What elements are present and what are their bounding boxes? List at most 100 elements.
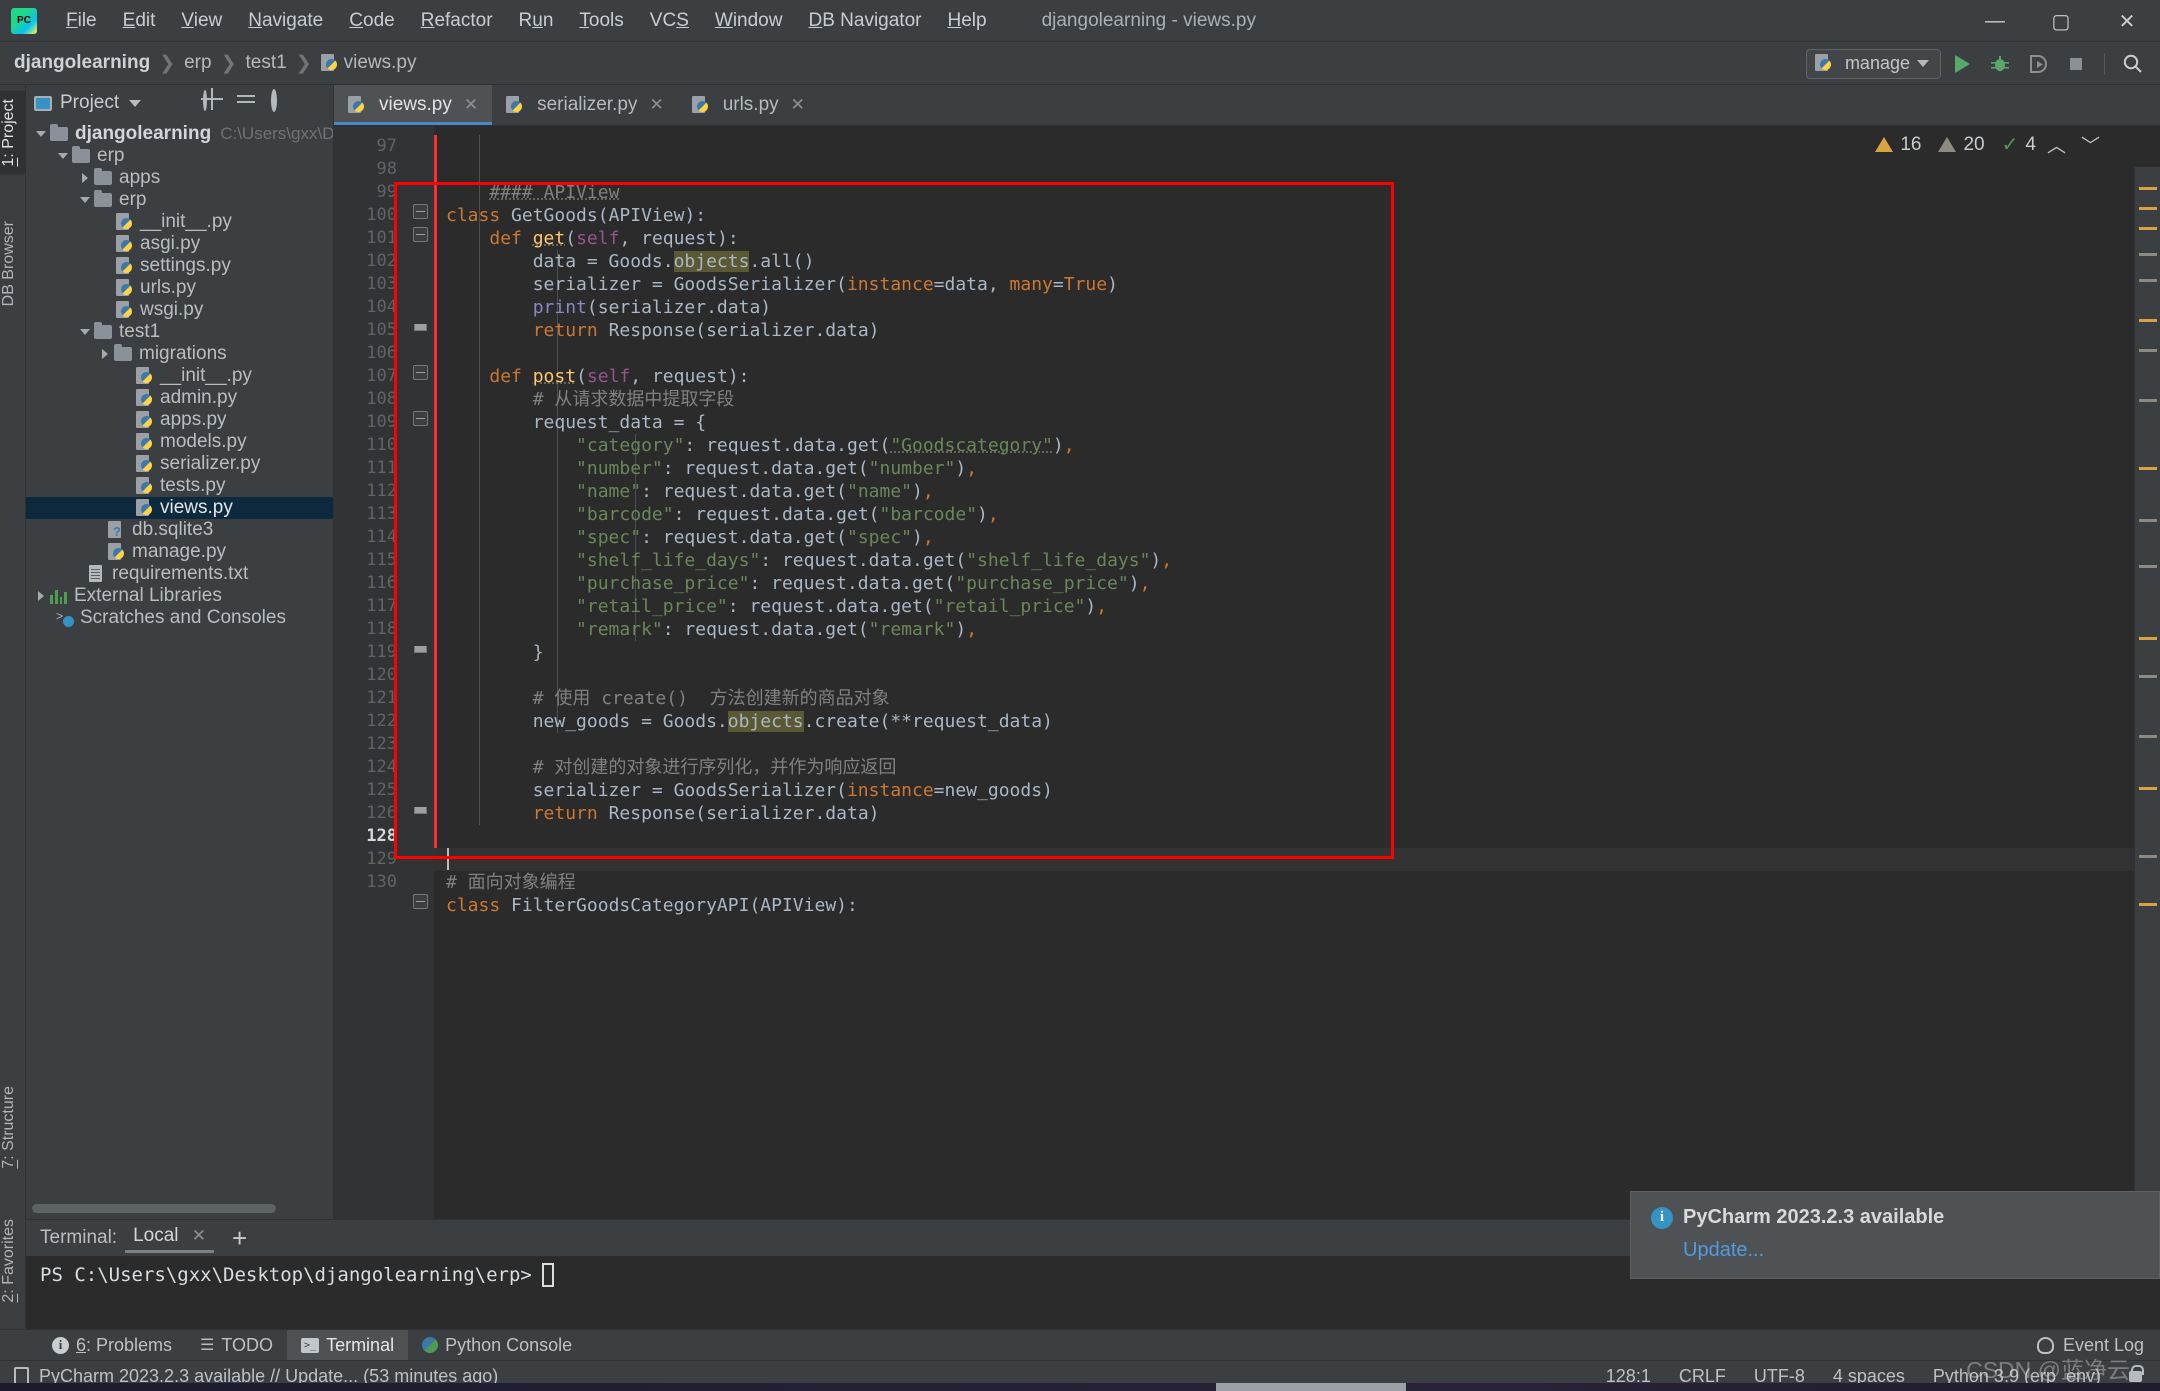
project-panel-horizontal-scrollbar[interactable] [32, 1204, 322, 1213]
marker-warning[interactable] [2139, 207, 2157, 210]
scroll-from-source-button[interactable] [203, 92, 225, 114]
marker-weak-warning[interactable] [2139, 349, 2157, 352]
menu-code[interactable]: Code [336, 6, 407, 36]
close-icon[interactable]: ✕ [192, 1226, 206, 1245]
fold-marker-post-end[interactable] [413, 802, 428, 817]
tree-node-requirements-txt[interactable]: requirements.txt [26, 563, 333, 585]
tool-window-problems[interactable]: i 6: Problems [38, 1330, 186, 1361]
chevron-right-icon[interactable] [34, 589, 48, 603]
tree-node-init-py[interactable]: __init__.py [26, 211, 333, 233]
chevron-right-icon[interactable] [78, 171, 92, 185]
code-editor[interactable]: 97 98 99 100 101 102 103 104 105 106 107… [334, 126, 2160, 1219]
chevron-down-icon[interactable] [34, 127, 48, 141]
marker-warning[interactable] [2139, 319, 2157, 322]
tree-node-tests-py[interactable]: tests.py [26, 475, 333, 497]
fold-marker-dict[interactable] [413, 411, 428, 426]
menu-vcs[interactable]: VCS [637, 6, 702, 36]
marker-weak-warning[interactable] [2139, 253, 2157, 256]
tree-node-djangolearning[interactable]: djangolearning C:\Users\gxx\Desktop\dja [26, 123, 333, 145]
code-folding-gutter[interactable] [406, 126, 434, 1219]
marker-warning[interactable] [2139, 903, 2157, 906]
menu-navigate[interactable]: Navigate [235, 6, 336, 36]
sidebar-item-project[interactable]: 1: Project [0, 91, 26, 175]
breadcrumb-item-project[interactable]: djangolearning [14, 52, 150, 74]
inspection-widget[interactable]: 16 20 ✓ 4 ︿ ﹀ [1875, 131, 2104, 158]
maximize-button[interactable]: ▢ [2028, 0, 2094, 42]
fold-marker-def-get[interactable] [413, 227, 428, 242]
tree-node-admin-py[interactable]: admin.py [26, 387, 333, 409]
tree-node-models-py[interactable]: models.py [26, 431, 333, 453]
menu-help[interactable]: Help [934, 6, 999, 36]
tab-views-py[interactable]: views.py ✕ [334, 85, 492, 125]
chevron-down-icon[interactable] [129, 100, 141, 107]
chevron-down-icon[interactable] [78, 193, 92, 207]
fold-marker-class[interactable] [413, 204, 428, 219]
marker-warning[interactable] [2139, 187, 2157, 190]
marker-warning[interactable] [2139, 467, 2157, 470]
close-icon[interactable]: ✕ [464, 95, 478, 115]
chevron-down-icon[interactable] [56, 149, 70, 163]
tree-node-db-sqlite3[interactable]: db.sqlite3 [26, 519, 333, 541]
menu-edit[interactable]: Edit [110, 6, 169, 36]
breadcrumb-item-test1[interactable]: test1 [246, 52, 287, 74]
menu-refactor[interactable]: Refactor [408, 6, 506, 36]
tool-window-terminal[interactable]: >_ Terminal [287, 1330, 408, 1361]
error-marker-bar[interactable] [2134, 167, 2160, 1219]
menu-db-navigator[interactable]: DB Navigator [795, 6, 934, 36]
chevron-down-icon[interactable] [78, 325, 92, 339]
tree-node-apps[interactable]: apps [26, 167, 333, 189]
stop-button[interactable] [2059, 47, 2093, 81]
tool-window-todo[interactable]: ☰ TODO [186, 1330, 287, 1361]
tree-node-test1-init-py[interactable]: __init__.py [26, 365, 333, 387]
notification-balloon[interactable]: i PyCharm 2023.2.3 available Update... [1630, 1191, 2160, 1279]
menu-run[interactable]: Run [506, 6, 567, 36]
tree-node-urls-py[interactable]: urls.py [26, 277, 333, 299]
marker-weak-warning[interactable] [2139, 279, 2157, 282]
tree-node-settings-py[interactable]: settings.py [26, 255, 333, 277]
settings-button[interactable] [271, 92, 293, 114]
event-log-button[interactable]: Event Log [2037, 1335, 2144, 1356]
tree-node-migrations[interactable]: migrations [26, 343, 333, 365]
close-icon[interactable]: ✕ [649, 95, 663, 115]
next-problem-icon[interactable]: ﹀ [2077, 131, 2104, 158]
run-button[interactable] [1945, 47, 1979, 81]
notification-update-link[interactable]: Update... [1683, 1239, 2139, 1262]
marker-weak-warning[interactable] [2139, 565, 2157, 568]
marker-weak-warning[interactable] [2139, 399, 2157, 402]
breadcrumb-item-erp[interactable]: erp [184, 52, 211, 74]
fold-marker-end[interactable] [413, 319, 428, 334]
terminal-tab-local[interactable]: Local ✕ [121, 1223, 218, 1253]
fold-marker-def-post[interactable] [413, 365, 428, 380]
marker-weak-warning[interactable] [2139, 519, 2157, 522]
run-configuration-selector[interactable]: manage [1806, 49, 1941, 79]
tab-serializer-py[interactable]: serializer.py ✕ [492, 85, 678, 125]
menu-view[interactable]: View [168, 6, 235, 36]
marker-warning[interactable] [2139, 787, 2157, 790]
close-icon[interactable]: ✕ [791, 95, 805, 115]
menu-file[interactable]: File [53, 6, 110, 36]
sidebar-item-db-browser[interactable]: DB Browser [0, 213, 26, 314]
tree-node-manage-py[interactable]: manage.py [26, 541, 333, 563]
marker-warning[interactable] [2139, 637, 2157, 640]
lock-icon[interactable] [2129, 1371, 2142, 1382]
collapse-all-button[interactable] [237, 92, 259, 114]
search-everywhere-button[interactable] [2116, 47, 2150, 81]
fold-marker-dict-end[interactable] [413, 641, 428, 656]
tree-node-serializer-py[interactable]: serializer.py [26, 453, 333, 475]
tree-node-erp[interactable]: erp [26, 145, 333, 167]
previous-problem-icon[interactable]: ︿ [2043, 131, 2070, 158]
tree-node-apps-py[interactable]: apps.py [26, 409, 333, 431]
tree-node-scratches-and-consoles[interactable]: Scratches and Consoles [26, 607, 333, 629]
hide-panel-button[interactable] [305, 92, 327, 114]
tree-node-test1[interactable]: test1 [26, 321, 333, 343]
new-terminal-button[interactable]: + [222, 1225, 257, 1251]
marker-weak-warning[interactable] [2139, 675, 2157, 678]
code-text[interactable]: #### APIView class GetGoods(APIView): de… [434, 126, 2160, 1219]
minimize-button[interactable]: — [1962, 0, 2028, 42]
tool-window-python-console[interactable]: Python Console [408, 1330, 586, 1361]
chevron-right-icon[interactable] [98, 347, 112, 361]
marker-warning[interactable] [2139, 227, 2157, 230]
sidebar-item-structure[interactable]: 7: Structure [0, 1078, 26, 1177]
menu-tools[interactable]: Tools [566, 6, 636, 36]
sidebar-item-favorites[interactable]: 2: Favorites [0, 1211, 26, 1311]
